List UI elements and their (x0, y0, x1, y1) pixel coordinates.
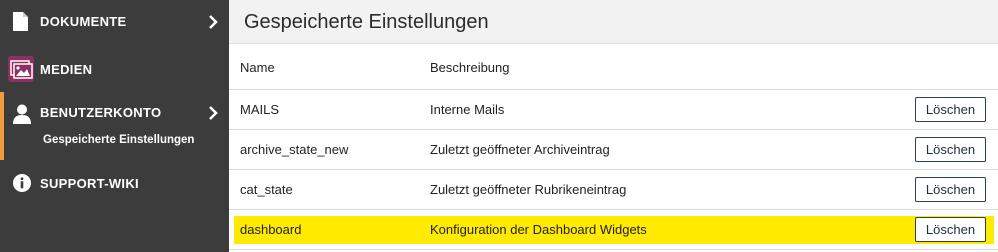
setting-description: Zuletzt geöffneter Archiveintrag (430, 142, 610, 157)
sidebar-item-support-wiki[interactable]: SUPPORT-WIKI (0, 164, 229, 204)
column-header-name: Name (240, 60, 275, 75)
setting-description: Zuletzt geöffneter Rubrikeneintrag (430, 182, 627, 197)
setting-name: cat_state (240, 182, 293, 197)
setting-description: Konfiguration der Dashboard Widgets (430, 222, 647, 237)
document-icon (13, 12, 28, 31)
sidebar-item-label: BENUTZERKONTO (40, 105, 162, 120)
column-header-beschreibung: Beschreibung (430, 60, 510, 75)
sidebar-item-label: MEDIEN (40, 62, 93, 77)
sidebar-item-label: SUPPORT-WIKI (40, 176, 139, 191)
delete-button[interactable]: Löschen (915, 217, 986, 242)
sidebar-item-medien[interactable]: MEDIEN (0, 48, 229, 92)
table-row: MAILS Interne Mails Löschen (229, 90, 998, 130)
user-icon (13, 104, 31, 124)
table-header: Name Beschreibung (229, 44, 998, 90)
chevron-right-icon (209, 106, 218, 120)
sidebar-item-dokumente[interactable]: DOKUMENTE (0, 0, 229, 44)
setting-name: archive_state_new (240, 142, 349, 157)
info-icon (13, 174, 31, 192)
sidebar-item-label: DOKUMENTE (40, 14, 127, 29)
setting-description: Interne Mails (430, 102, 505, 117)
delete-button[interactable]: Löschen (915, 97, 986, 122)
setting-name: MAILS (240, 102, 280, 117)
main-content: Gespeicherte Einstellungen Name Beschrei… (229, 0, 998, 252)
table-row-highlighted: dashboard Konfiguration der Dashboard Wi… (229, 210, 998, 250)
sidebar-item-benutzerkonto[interactable]: BENUTZERKONTO (0, 92, 229, 160)
delete-button[interactable]: Löschen (915, 177, 986, 202)
setting-name: dashboard (240, 222, 302, 237)
sidebar: DOKUMENTE MEDIEN BENUTZERKONTO Gespeiche… (0, 0, 229, 252)
page-header: Gespeicherte Einstellungen (229, 0, 998, 44)
table-row: archive_state_new Zuletzt geöffneter Arc… (229, 130, 998, 170)
sidebar-subitem-gespeicherte-einstellungen[interactable]: Gespeicherte Einstellungen (43, 133, 194, 147)
delete-button[interactable]: Löschen (915, 137, 986, 162)
image-icon (8, 56, 34, 82)
table-row: cat_state Zuletzt geöffneter Rubrikenein… (229, 170, 998, 210)
page-title: Gespeicherte Einstellungen (244, 11, 489, 33)
chevron-right-icon (209, 15, 218, 29)
